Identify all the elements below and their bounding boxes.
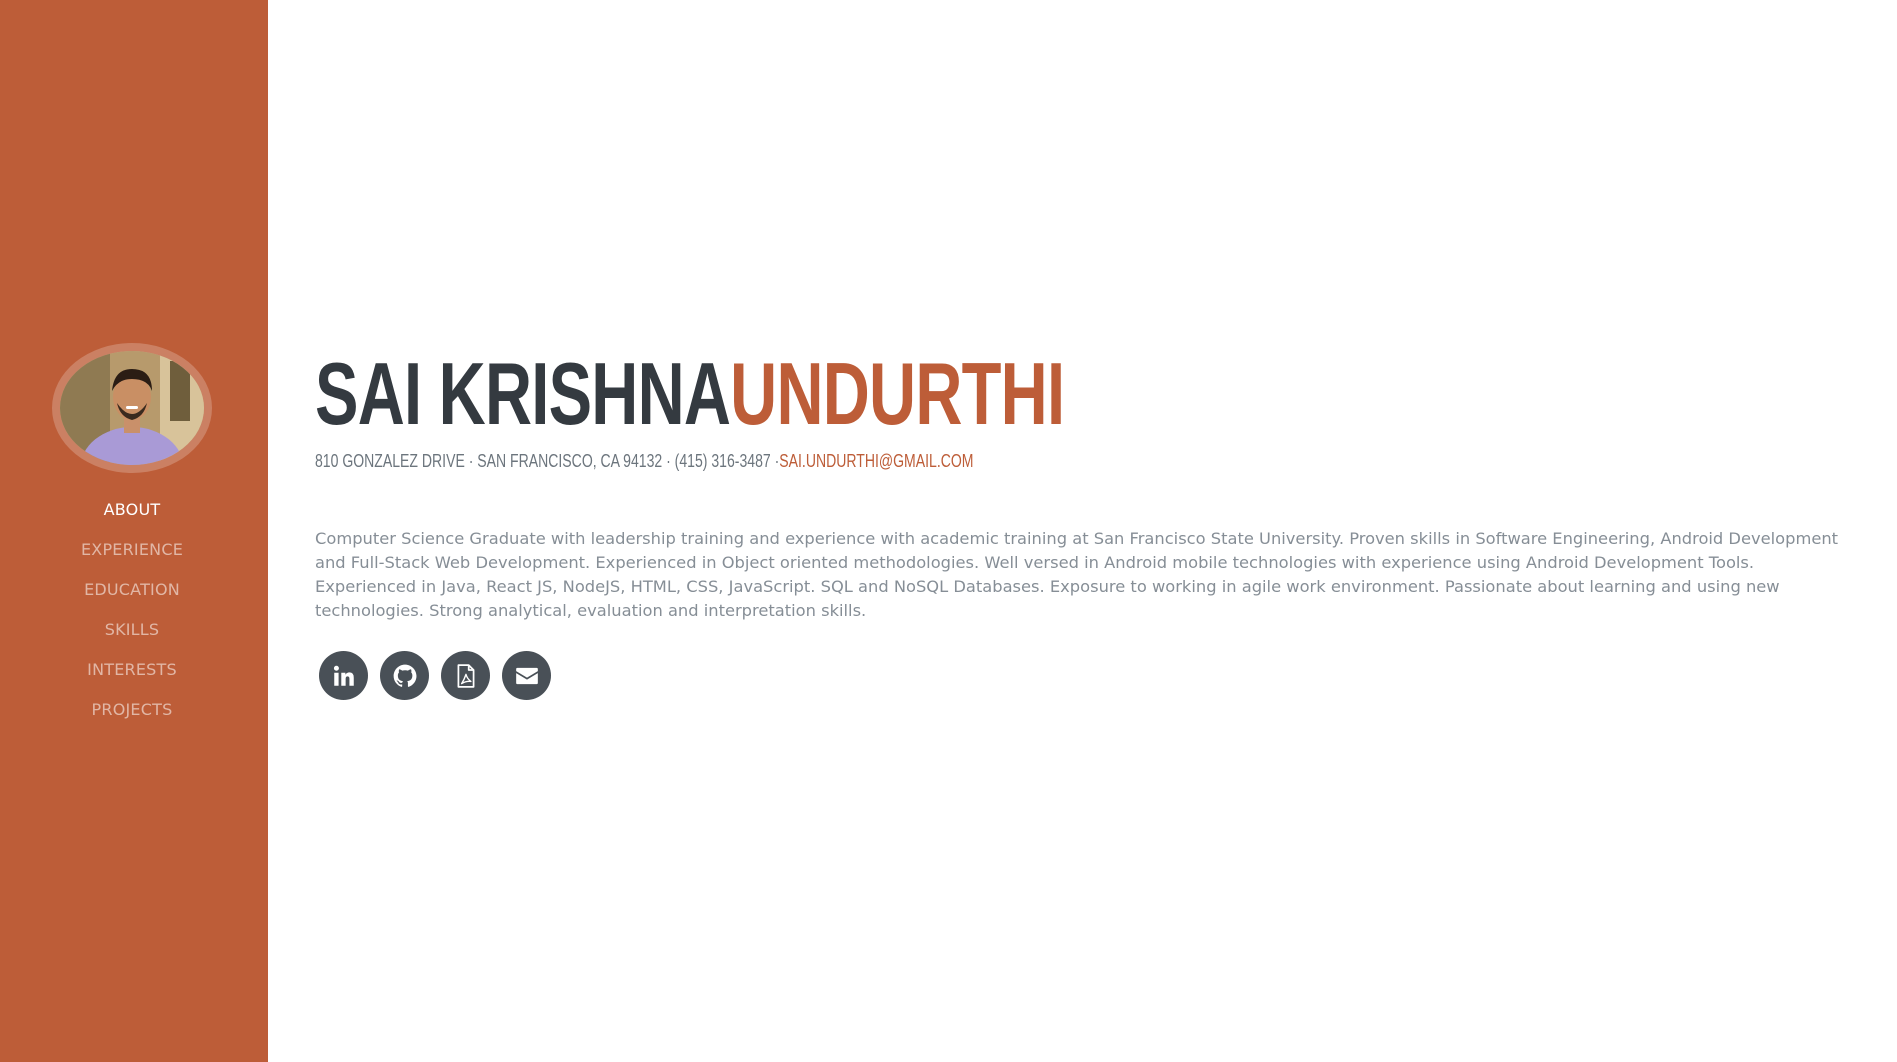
- address-text: 810 Gonzalez Drive · San Francisco, CA 9…: [315, 451, 780, 471]
- sidebar: About Experience Education Skills Intere…: [0, 0, 268, 1062]
- nav-item-education: Education: [0, 570, 264, 610]
- nav-link-projects[interactable]: Projects: [92, 700, 173, 719]
- email-link[interactable]: sai.undurthi@gmail.com: [779, 451, 973, 471]
- envelope-icon: [515, 667, 538, 684]
- nav-link-interests[interactable]: Interests: [87, 660, 177, 679]
- profile-photo: [60, 351, 204, 465]
- profile-photo-image: [60, 351, 204, 465]
- last-name: Undurthi: [730, 344, 1065, 443]
- nav-item-skills: Skills: [0, 610, 264, 650]
- nav-item-interests: Interests: [0, 650, 264, 690]
- page-title: Sai KrishnaUndurthi: [315, 350, 1065, 438]
- nav-link-skills[interactable]: Skills: [105, 620, 160, 639]
- social-icons: [319, 651, 551, 700]
- nav-item-projects: Projects: [0, 690, 264, 730]
- summary-text: Computer Science Graduate with leadershi…: [315, 529, 1839, 620]
- linkedin-icon: [333, 665, 354, 686]
- github-icon: [393, 664, 416, 687]
- first-name: Sai Krishna: [315, 344, 731, 443]
- resume-pdf-button[interactable]: [441, 651, 490, 700]
- sidebar-nav: About Experience Education Skills Intere…: [0, 490, 264, 730]
- nav-item-about: About: [0, 490, 264, 530]
- email-button[interactable]: [502, 651, 551, 700]
- github-button[interactable]: [380, 651, 429, 700]
- linkedin-button[interactable]: [319, 651, 368, 700]
- nav-link-experience[interactable]: Experience: [81, 540, 183, 559]
- profile-photo-frame: [52, 343, 212, 473]
- nav-link-education[interactable]: Education: [84, 580, 180, 599]
- nav-item-experience: Experience: [0, 530, 264, 570]
- pdf-icon: [457, 663, 474, 688]
- nav-link-about[interactable]: About: [104, 500, 161, 519]
- contact-line: 810 Gonzalez Drive · San Francisco, CA 9…: [315, 451, 973, 472]
